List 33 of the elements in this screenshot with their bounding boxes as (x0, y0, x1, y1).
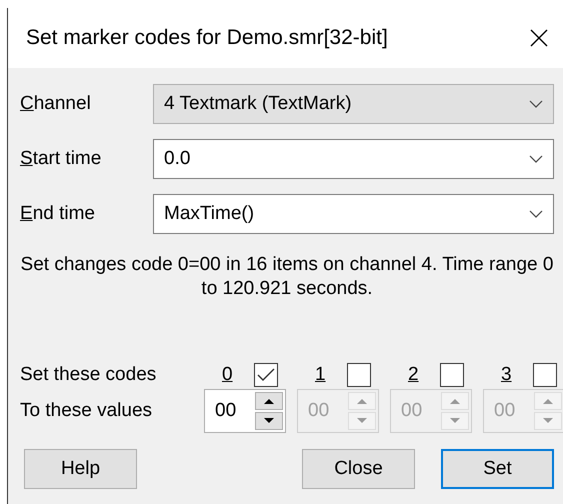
dialog-button[interactable]: Set (441, 449, 554, 489)
field-label: Channel (20, 93, 92, 115)
combo-box[interactable]: MaxTime() (153, 194, 554, 234)
field-label: End time (20, 203, 96, 225)
field-label: Start time (20, 148, 102, 170)
up-triangle-icon (449, 397, 461, 405)
spin-box[interactable]: 00 (204, 389, 286, 433)
down-triangle-icon (356, 417, 368, 425)
up-triangle-icon (356, 397, 368, 405)
dialog-button[interactable]: Help (24, 449, 137, 489)
checkmark-icon (257, 368, 275, 382)
info-text: Set changes code 0=00 in 16 items on channel 4. Time range 0 to 120.921 seconds. (20, 253, 554, 301)
down-triangle-icon (449, 417, 461, 425)
down-triangle-icon (263, 417, 275, 425)
code-number: 2 (408, 364, 419, 386)
codes-label: Set these codes (20, 364, 158, 386)
code-number: 1 (315, 364, 326, 386)
dialog-button[interactable]: Close (302, 449, 415, 489)
code-number: 0 (222, 364, 233, 386)
checkbox[interactable] (533, 363, 557, 387)
combo-box[interactable]: 0.0 (153, 139, 554, 179)
down-triangle-icon (542, 417, 554, 425)
values-label: To these values (20, 400, 154, 422)
spin-up-button[interactable] (255, 392, 283, 410)
checkbox[interactable] (347, 363, 371, 387)
spin-down-button[interactable] (255, 412, 283, 430)
checkbox[interactable] (254, 363, 278, 387)
up-triangle-icon (263, 397, 275, 405)
code-number: 3 (501, 364, 512, 386)
checkbox[interactable] (440, 363, 464, 387)
close-icon[interactable] (529, 28, 549, 48)
up-triangle-icon (542, 397, 554, 405)
window-title: Set marker codes for Demo.smr[32-bit] (26, 26, 388, 50)
